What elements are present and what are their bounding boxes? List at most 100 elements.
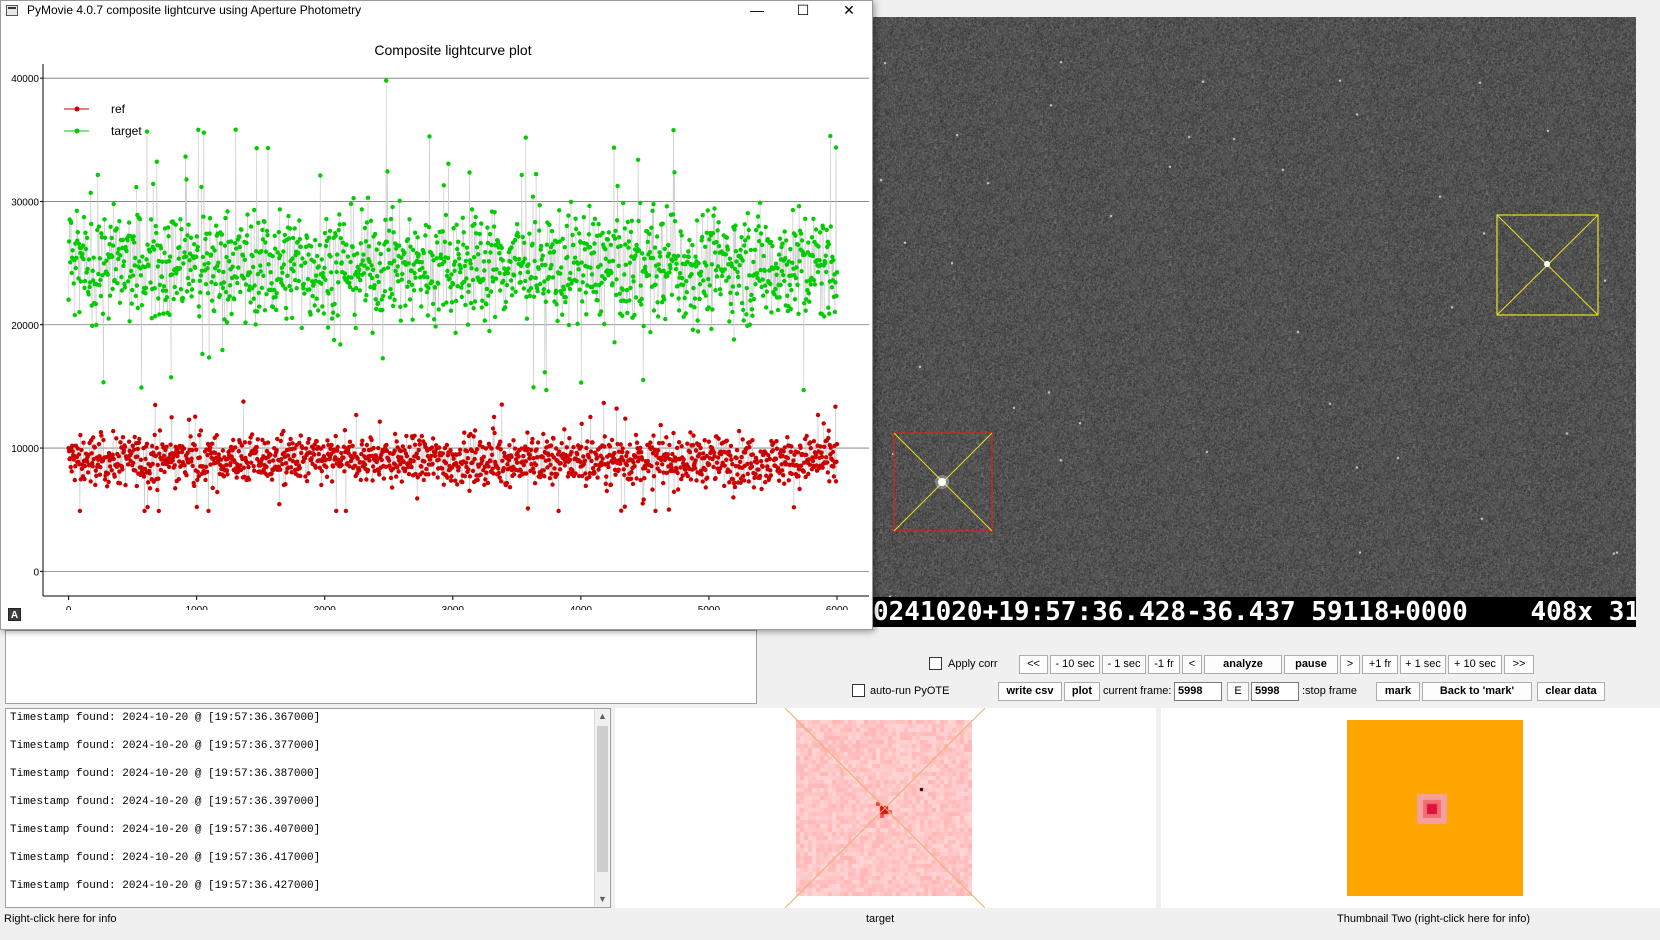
data-point [528,286,534,291]
data-point [296,278,301,284]
clear-data-button[interactable]: clear data [1537,682,1605,701]
data-point [496,470,501,476]
forward-1-sec-button[interactable]: + 1 sec [1400,655,1446,674]
analyze-button[interactable]: analyze [1204,655,1282,674]
target-aperture[interactable] [1496,214,1599,316]
data-point [157,451,162,456]
data-point [441,183,446,188]
thumbnail-two-panel[interactable] [1161,708,1660,908]
data-point [324,216,329,222]
data-point [710,307,715,312]
log-scrollbar[interactable]: ▲ ▼ [594,709,610,907]
back-10-sec-button[interactable]: - 10 sec [1050,655,1100,674]
info-text-box[interactable] [5,630,757,704]
maximize-button[interactable]: ☐ [780,1,826,20]
data-point [467,488,472,493]
data-point [269,477,275,482]
data-point [288,288,294,293]
close-button[interactable]: ✕ [826,1,872,20]
data-point [442,259,447,264]
e-button[interactable]: E [1227,682,1249,701]
forward-10-sec-button[interactable]: + 10 sec [1448,655,1502,674]
apply-corr-checkbox[interactable] [929,657,942,670]
data-point [588,414,593,420]
info-hint-label[interactable]: Right-click here for info [4,913,117,925]
data-point [514,222,520,227]
data-point [299,263,304,268]
data-point [365,467,371,473]
data-point [621,200,626,206]
data-point [448,448,453,453]
data-point [166,234,171,239]
data-point [98,464,103,470]
plot-button[interactable]: plot [1064,682,1100,701]
data-point [209,298,215,303]
current-frame-input[interactable]: 5998 [1174,682,1222,701]
data-point [716,469,722,475]
data-point [313,237,318,243]
thumbnail-two-label[interactable]: Thumbnail Two (right-click here for info… [1337,913,1530,925]
data-point [334,260,339,265]
data-point [816,244,821,249]
step-back-button[interactable]: < [1182,655,1202,674]
data-point [499,479,504,484]
lightcurve-chart[interactable]: Composite lightcurve plot 01000020000300… [1,20,872,610]
video-frame[interactable]: 0241020+19:57:36.428-36.437 59118+0000 4… [873,17,1636,627]
lightcurve-plot-window[interactable]: PyMovie 4.0.7 composite lightcurve using… [0,0,873,630]
forward-1-frame-button[interactable]: +1 fr [1362,655,1398,674]
data-point [137,217,143,222]
data-point [468,261,473,266]
data-point [523,459,528,464]
data-point [705,208,710,213]
back-1-frame-button[interactable]: -1 fr [1148,655,1180,674]
window-titlebar[interactable]: PyMovie 4.0.7 composite lightcurve using… [1,1,872,20]
step-forward-button[interactable]: > [1340,655,1360,674]
thumbnail-one-panel[interactable] [615,708,1156,908]
data-point [68,260,73,265]
data-point [786,478,791,483]
scroll-down-icon[interactable]: ▼ [595,892,610,907]
data-point [465,251,470,256]
data-point [350,244,355,250]
pause-button[interactable]: pause [1284,655,1338,674]
data-point [573,226,579,232]
data-point [114,226,120,231]
data-point [687,449,693,455]
data-point [641,377,646,383]
jump-end-button[interactable]: >> [1504,655,1534,674]
back-1-sec-button[interactable]: - 1 sec [1102,655,1146,674]
data-point [530,436,535,442]
data-point [316,451,321,457]
data-point [402,250,407,255]
auto-run-pyote-checkbox[interactable] [852,684,865,697]
data-point [532,258,537,264]
data-point [83,246,89,252]
ref-aperture[interactable] [893,432,993,532]
write-csv-button[interactable]: write csv [998,682,1062,701]
data-point [364,220,370,225]
data-point [290,441,295,446]
data-point [216,452,221,457]
back-to-mark-button[interactable]: Back to 'mark' [1422,682,1532,701]
scroll-up-icon[interactable]: ▲ [595,709,610,724]
minimize-button[interactable]: — [734,1,780,20]
data-point [741,307,746,313]
data-point [671,128,676,133]
data-point [715,455,721,460]
scroll-thumb[interactable] [597,726,608,872]
autorange-button[interactable]: A [8,608,21,621]
thumbnail-two-image[interactable] [1347,720,1523,896]
data-point [602,434,607,439]
data-point [504,282,510,288]
data-point [197,455,202,460]
stop-frame-input[interactable]: 5998 [1251,682,1299,701]
data-point [487,328,492,334]
log-output[interactable]: Timestamp found: 2024-10-20 @ [19:57:36.… [5,708,611,908]
data-point [791,458,796,463]
mark-button[interactable]: mark [1376,682,1420,701]
jump-start-button[interactable]: << [1019,655,1048,674]
data-point [554,302,559,307]
data-point [232,297,237,302]
data-point [134,283,139,288]
data-point [687,237,692,243]
